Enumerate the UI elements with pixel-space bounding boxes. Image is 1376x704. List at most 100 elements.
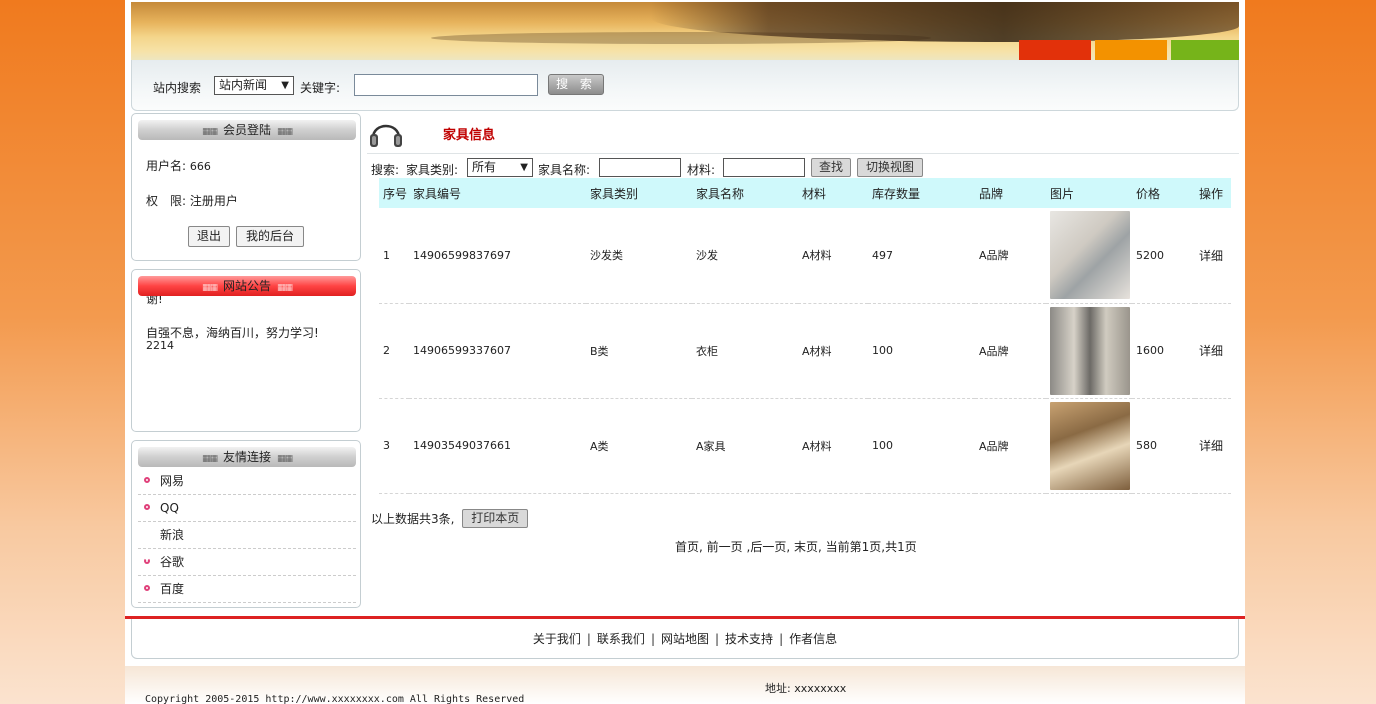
cell-no: 2	[379, 303, 409, 399]
cell-stock: 497	[868, 208, 975, 304]
filter-name-label: 家具名称:	[538, 163, 591, 177]
cell-image	[1046, 303, 1132, 399]
table-header-row: 序号 家具编号 家具类别 家具名称 材料 库存数量 品牌 图片 价格 操作	[379, 178, 1231, 208]
footer-separator: |	[779, 632, 784, 646]
footer-link-support[interactable]: 技术支持	[725, 632, 773, 646]
cell-image	[1046, 398, 1132, 494]
furniture-type-select[interactable]: 所有 ▼	[467, 158, 533, 177]
cell-code: 14906599837697	[409, 208, 586, 304]
site-search-label: 站内搜索	[153, 81, 202, 95]
chevron-down-icon: ▼	[520, 162, 528, 173]
bullet-icon	[144, 504, 150, 510]
username-label: 用户名:	[146, 159, 187, 173]
member-login-title: 会员登陆	[222, 123, 271, 137]
friend-links-header: ▦▦ 友情连接 ▦▦	[138, 447, 356, 467]
cell-name: 沙发	[692, 208, 798, 304]
furniture-photo[interactable]	[1050, 306, 1130, 395]
banner-tab-green[interactable]	[1171, 40, 1239, 60]
table-row: 1 14906599837697 沙发类 沙发 A材料 497 A品牌 5200…	[379, 208, 1231, 304]
footer-link-about[interactable]: 关于我们	[533, 632, 581, 646]
column-header: 序号	[379, 178, 409, 208]
footer-separator: |	[650, 632, 655, 646]
grid-dots-icon: ▦▦	[201, 454, 218, 464]
cell-price: 1600	[1132, 303, 1195, 399]
cell-code: 14903549037661	[409, 398, 586, 494]
cell-material: A材料	[798, 208, 868, 304]
column-header: 图片	[1046, 178, 1132, 208]
detail-link[interactable]: 详细	[1195, 303, 1231, 399]
headphones-icon	[370, 124, 402, 147]
site-notice-box: 谢! ▦▦ 网站公告 ▦▦ 自强不息，海纳百川，努力学习! 2214	[131, 269, 361, 432]
result-summary: 以上数据共3条, 打印本页	[371, 509, 529, 529]
filter-search-label: 搜索:	[371, 163, 400, 177]
pager-next[interactable]: ,后一页,	[747, 540, 791, 554]
search-scope-select[interactable]: 站内新闻 ▼	[214, 76, 294, 95]
notice-count: 2214	[146, 339, 174, 352]
cell-no: 1	[379, 208, 409, 304]
print-page-button[interactable]: 打印本页	[462, 509, 529, 528]
bullet-icon	[144, 477, 150, 483]
cell-material: A材料	[798, 303, 868, 399]
pagination: 首页, 前一页 ,后一页, 末页, 当前第1页,共1页	[675, 538, 917, 555]
friend-link-item[interactable]: QQ	[138, 495, 356, 522]
footer-copyright: Copyright 2005-2015 http://www.xxxxxxxx.…	[145, 694, 525, 704]
furniture-table: 序号 家具编号 家具类别 家具名称 材料 库存数量 品牌 图片 价格 操作 1 …	[379, 178, 1231, 494]
footer-link-sitemap[interactable]: 网站地图	[661, 632, 709, 646]
footer-link-author[interactable]: 作者信息	[789, 632, 837, 646]
furniture-photo[interactable]	[1050, 211, 1130, 300]
switch-view-button[interactable]: 切换视图	[857, 158, 923, 177]
column-header: 操作	[1195, 178, 1231, 208]
banner-tab-red[interactable]	[1019, 40, 1091, 60]
friend-link-item[interactable]: 百度	[138, 576, 356, 603]
cell-price: 580	[1132, 398, 1195, 494]
material-input[interactable]	[723, 158, 805, 177]
keyword-input[interactable]	[354, 74, 538, 96]
filter-material-label: 材料:	[687, 163, 716, 177]
role-value: 注册用户	[189, 194, 238, 208]
chevron-down-icon: ▼	[281, 80, 289, 91]
search-button[interactable]: 搜 索	[548, 74, 604, 95]
detail-link[interactable]: 详细	[1195, 398, 1231, 494]
my-backend-button[interactable]: 我的后台	[236, 226, 304, 247]
column-header: 品牌	[975, 178, 1046, 208]
footer-address: 地址: xxxxxxxx	[765, 682, 847, 695]
grid-dots-icon: ▦▦	[201, 283, 218, 293]
logout-button[interactable]: 退出	[188, 226, 230, 247]
pager-prev[interactable]: 前一页	[707, 540, 743, 554]
column-header: 材料	[798, 178, 868, 208]
page-title: 家具信息	[443, 128, 496, 143]
banner-tab-orange[interactable]	[1095, 40, 1167, 60]
username-row: 用户名: 666	[146, 157, 211, 174]
column-header: 家具类别	[586, 178, 692, 208]
furniture-filter-bar: 搜索: 家具类别: 所有 ▼ 家具名称: 材料: 查找 切换视图	[371, 156, 1239, 180]
cell-stock: 100	[868, 303, 975, 399]
site-notice-header: ▦▦ 网站公告 ▦▦	[138, 276, 356, 296]
bullet-icon	[144, 558, 150, 564]
main-header: 家具信息	[367, 112, 1239, 154]
footer-separator: |	[715, 632, 720, 646]
friend-link-item[interactable]: 新浪	[138, 522, 356, 549]
pager-last[interactable]: 末页,	[794, 540, 822, 554]
cell-type: B类	[586, 303, 692, 399]
furniture-name-input[interactable]	[599, 158, 681, 177]
keyword-label: 关键字:	[300, 81, 341, 95]
footer-link-contact[interactable]: 联系我们	[597, 632, 645, 646]
grid-dots-icon: ▦▦	[201, 127, 218, 137]
cell-stock: 100	[868, 398, 975, 494]
cell-brand: A品牌	[975, 303, 1046, 399]
furniture-photo[interactable]	[1050, 401, 1130, 490]
grid-dots-icon: ▦▦	[277, 283, 293, 293]
friend-link-item[interactable]: 谷歌	[138, 549, 356, 576]
friend-link-item[interactable]: 网易	[138, 468, 356, 495]
role-row: 权 限: 注册用户	[146, 192, 238, 209]
footer-separator: |	[586, 632, 591, 646]
pager-first[interactable]: 首页,	[675, 540, 703, 554]
pager-status: 当前第1页,共1页	[825, 540, 917, 554]
find-button[interactable]: 查找	[811, 158, 851, 177]
site-search-bar: 站内搜索 站内新闻 ▼ 关键字: 搜 索	[131, 60, 1239, 111]
cell-no: 3	[379, 398, 409, 494]
cell-price: 5200	[1132, 208, 1195, 304]
detail-link[interactable]: 详细	[1195, 208, 1231, 304]
grid-dots-icon: ▦▦	[277, 454, 293, 464]
cell-image	[1046, 208, 1132, 304]
